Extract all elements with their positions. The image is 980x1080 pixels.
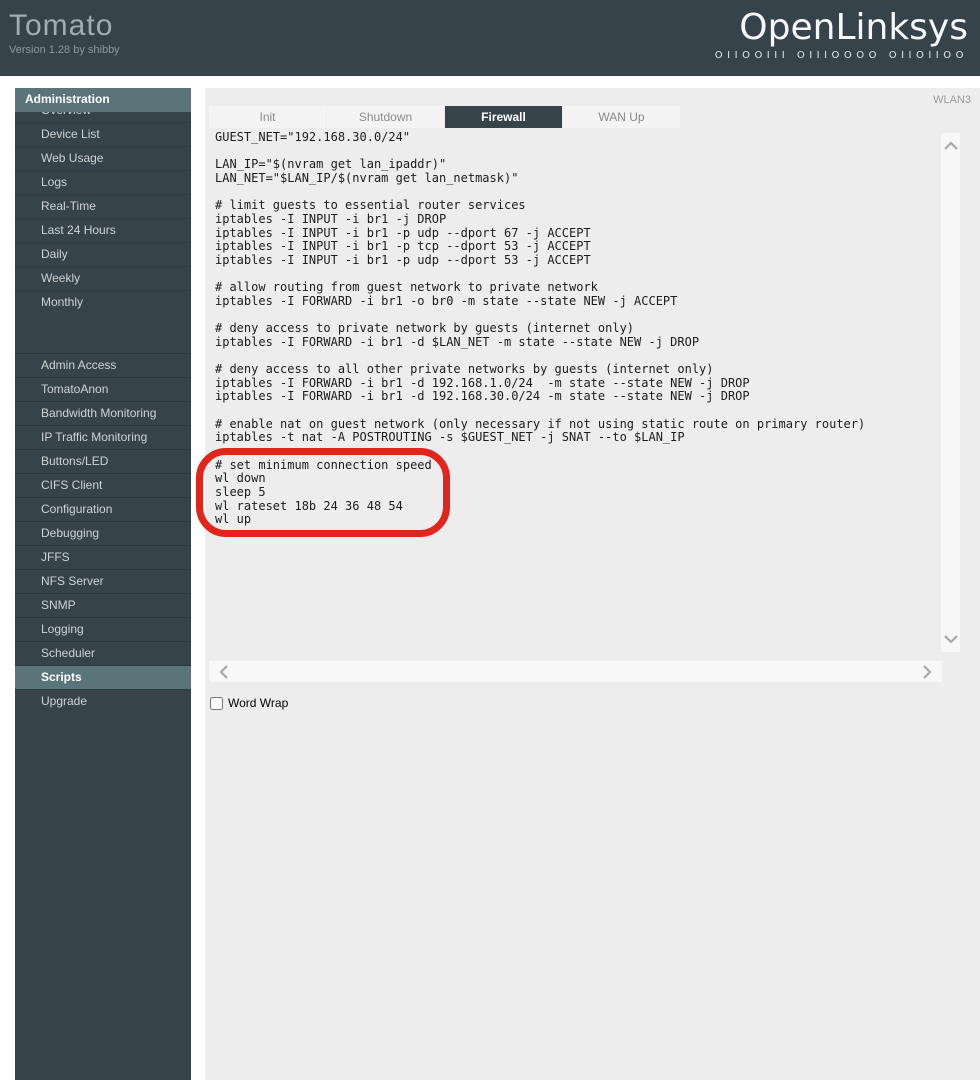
sidebar-item-upgrade[interactable]: Upgrade — [15, 689, 191, 713]
sidebar-item-device-list[interactable]: Device List — [15, 122, 191, 146]
vertical-scrollbar[interactable] — [941, 133, 960, 652]
tab-shutdown[interactable]: Shutdown — [327, 106, 444, 128]
header: Tomato Version 1.28 by shibby OpenLinksy… — [0, 0, 980, 76]
sidebar: StatusOverviewDevice ListWeb UsageLogsBa… — [15, 88, 191, 1080]
wlan-label: WLAN3 — [933, 94, 971, 106]
sidebar-item-scheduler[interactable]: Scheduler — [15, 641, 191, 665]
word-wrap-label[interactable]: Word Wrap — [228, 696, 288, 710]
sidebar-item-daily[interactable]: Daily — [15, 242, 191, 266]
main-panel: WLAN3 Init Shutdown Firewall WAN Up GUEST_N… — [205, 88, 980, 1080]
sidebar-item-real-time[interactable]: Real-Time — [15, 194, 191, 218]
sidebar-item-configuration[interactable]: Configuration — [15, 497, 191, 521]
sidebar-item-last-24-hours[interactable]: Last 24 Hours — [15, 218, 191, 242]
sidebar-item-administration[interactable]: Administration — [15, 88, 191, 112]
openlinksys-logo: OpenLinksys OIIOOIII OIIIOOOO OIIOIIOO — [714, 7, 968, 62]
sidebar-item-debugging[interactable]: Debugging — [15, 521, 191, 545]
brand: Tomato Version 1.28 by shibby — [9, 9, 120, 57]
scroll-right-icon[interactable] — [922, 664, 932, 680]
brand-version: Version 1.28 by shibby — [9, 44, 120, 56]
tab-init[interactable]: Init — [209, 106, 326, 128]
sidebar-item-cifs-client[interactable]: CIFS Client — [15, 473, 191, 497]
sidebar-item-jffs[interactable]: JFFS — [15, 545, 191, 569]
word-wrap-checkbox[interactable] — [210, 696, 223, 710]
scroll-down-icon[interactable] — [943, 634, 959, 644]
sidebar-item-weekly[interactable]: Weekly — [15, 266, 191, 290]
logo-text: OpenLinksys — [739, 7, 968, 48]
tab-wan-up[interactable]: WAN Up — [563, 106, 680, 128]
sidebar-item-buttons-led[interactable]: Buttons/LED — [15, 449, 191, 473]
sidebar-item-snmp[interactable]: SNMP — [15, 593, 191, 617]
tab-firewall[interactable]: Firewall — [445, 106, 562, 128]
scroll-left-icon[interactable] — [219, 664, 229, 680]
sidebar-item-scripts[interactable]: Scripts — [15, 665, 191, 689]
sidebar-item-monthly[interactable]: Monthly — [15, 290, 191, 314]
sidebar-item-nfs-server[interactable]: NFS Server — [15, 569, 191, 593]
logo-binary-text: OIIOOIII OIIIOOOO OIIOIIOO — [714, 50, 968, 61]
tab-bar: Init Shutdown Firewall WAN Up — [209, 106, 681, 128]
sidebar-item-admin-access[interactable]: Admin Access — [15, 353, 191, 377]
sidebar-item-ip-traffic-monitoring[interactable]: IP Traffic Monitoring — [15, 425, 191, 449]
scroll-up-icon[interactable] — [943, 141, 959, 151]
sidebar-item-logging[interactable]: Logging — [15, 617, 191, 641]
sidebar-item-web-usage[interactable]: Web Usage — [15, 146, 191, 170]
sidebar-item-bandwidth-monitoring[interactable]: Bandwidth Monitoring — [15, 401, 191, 425]
sidebar-item-tomatoanon[interactable]: TomatoAnon — [15, 377, 191, 401]
horizontal-scrollbar[interactable] — [209, 661, 942, 682]
word-wrap-row: Word Wrap — [210, 696, 288, 710]
sidebar-item-logs[interactable]: Logs — [15, 170, 191, 194]
brand-title: Tomato — [9, 9, 114, 42]
script-editor[interactable]: GUEST_NET="192.168.30.0/24" LAN_IP="$(nv… — [209, 128, 941, 696]
